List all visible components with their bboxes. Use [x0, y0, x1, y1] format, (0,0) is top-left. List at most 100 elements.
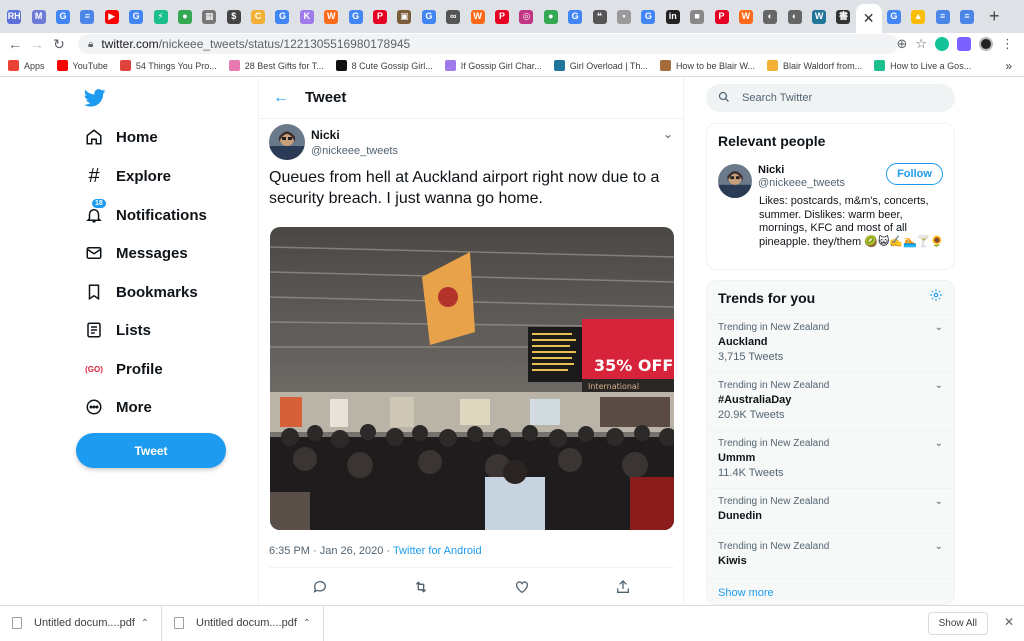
chevron-down-icon[interactable]: ⌄ — [663, 127, 673, 141]
tweet-source[interactable]: Twitter for Android — [393, 545, 482, 557]
bookmark-item[interactable]: Apps — [8, 60, 45, 71]
bookmark-item[interactable]: 54 Things You Pro... — [119, 60, 217, 71]
browser-tab[interactable]: W — [807, 0, 831, 33]
nav-item-more[interactable]: More — [84, 397, 152, 417]
back-arrow-icon[interactable]: ← — [273, 89, 289, 107]
trend-item[interactable]: Trending in New Zealand Ummm 11.4K Tweets ⌄ — [707, 431, 954, 489]
browser-tab[interactable]: ≡ — [955, 0, 979, 33]
browser-tab[interactable]: RH — [2, 0, 26, 33]
person-handle[interactable]: @nickeee_tweets — [758, 177, 845, 189]
browser-tab[interactable]: in — [661, 0, 685, 33]
browser-tab[interactable]: G — [417, 0, 441, 33]
bookmark-item[interactable]: How to Live a Gos... — [874, 60, 971, 71]
browser-tab[interactable]: G — [882, 0, 906, 33]
person-row[interactable]: Nicki @nickeee_tweets — [718, 164, 845, 198]
browser-tab[interactable]: ■ — [685, 0, 709, 33]
twitter-logo-icon[interactable] — [84, 89, 106, 107]
browser-tab[interactable]: W — [734, 0, 758, 33]
browser-tab[interactable]: 書 — [831, 0, 855, 33]
browser-tab[interactable]: ▪ — [612, 0, 636, 33]
browser-tab[interactable]: C — [246, 0, 270, 33]
tweet-author[interactable]: Nicki @nickeee_tweets — [269, 124, 398, 160]
browser-tab[interactable]: ▶ — [100, 0, 124, 33]
close-icon[interactable]: ✕ — [1004, 615, 1014, 629]
browser-tab[interactable]: ● — [539, 0, 563, 33]
trend-item[interactable]: Trending in New Zealand Auckland 3,715 Twe… — [707, 315, 954, 373]
browser-tab[interactable]: G — [563, 0, 587, 33]
show-more-link[interactable]: Show more — [707, 579, 954, 604]
trend-item[interactable]: Trending in New Zealand #AustraliaDay 20.9… — [707, 373, 954, 431]
url-field[interactable]: 🔒︎ twitter.com/nickeee_tweets/status/122… — [78, 34, 898, 54]
nav-item-messages[interactable]: Messages — [84, 243, 188, 263]
retweet-icon[interactable] — [411, 577, 431, 597]
reload-icon[interactable]: ↻ — [48, 36, 70, 53]
author-name[interactable]: Nicki — [311, 128, 398, 142]
browser-tab[interactable]: P — [709, 0, 733, 33]
reply-icon[interactable] — [310, 577, 330, 597]
chevron-down-icon[interactable]: ⌄ — [935, 322, 943, 333]
avatar[interactable] — [269, 124, 305, 160]
browser-tab[interactable]: W — [465, 0, 489, 33]
browser-tab[interactable]: M — [26, 0, 50, 33]
browser-tab[interactable]: ◐ — [783, 0, 807, 33]
browser-tab[interactable]: P — [490, 0, 514, 33]
browser-tab[interactable]: G — [124, 0, 148, 33]
bookmark-item[interactable]: How to be Blair W... — [659, 60, 755, 71]
nav-item-notifications[interactable]: 18 Notifications — [84, 199, 207, 225]
browser-tab[interactable]: G — [343, 0, 367, 33]
browser-tab[interactable]: ⚡ — [148, 0, 172, 33]
chevron-down-icon[interactable]: ⌄ — [935, 541, 943, 552]
like-heart-icon[interactable] — [512, 577, 532, 597]
extension-icon[interactable] — [957, 37, 971, 51]
new-tab-button[interactable]: + — [979, 6, 1009, 27]
share-icon[interactable] — [613, 577, 633, 597]
chevron-down-icon[interactable]: ⌄ — [935, 380, 943, 391]
chevron-up-icon[interactable]: ⌃ — [303, 618, 311, 629]
settings-gear-icon[interactable] — [929, 288, 943, 307]
bookmark-item[interactable]: Girl Overload | Th... — [553, 60, 648, 71]
browser-tab[interactable]: W — [319, 0, 343, 33]
grammarly-icon[interactable] — [935, 37, 949, 51]
chevron-down-icon[interactable]: ⌄ — [935, 438, 943, 449]
trend-item[interactable]: Trending in New Zealand Kiwis ⌄ — [707, 534, 954, 579]
close-icon[interactable]: ✕ — [863, 10, 875, 27]
browser-tab[interactable]: ∞ — [441, 0, 465, 33]
search-input[interactable]: Search Twitter — [706, 84, 955, 112]
chevron-up-icon[interactable]: ⌃ — [141, 618, 149, 629]
browser-tab[interactable]: ≡ — [75, 0, 99, 33]
browser-tab[interactable]: ≡ — [930, 0, 954, 33]
browser-tab[interactable]: G — [636, 0, 660, 33]
browser-tab[interactable]: ❝ — [587, 0, 611, 33]
tweet-timestamp[interactable]: 6:35 PM · Jan 26, 2020 · — [269, 545, 393, 557]
forward-arrow-icon[interactable]: → — [26, 36, 48, 52]
tweet-photo[interactable]: 35% OFF International — [270, 227, 674, 530]
browser-tab[interactable]: ● — [173, 0, 197, 33]
menu-kebab-icon[interactable]: ⋮ — [1001, 36, 1014, 52]
star-icon[interactable]: ☆ — [915, 36, 927, 52]
browser-tab[interactable]: G — [51, 0, 75, 33]
browser-tab[interactable]: G — [270, 0, 294, 33]
profile-icon[interactable] — [979, 37, 993, 51]
browser-tab[interactable]: ▲ — [906, 0, 930, 33]
browser-tab[interactable]: K — [295, 0, 319, 33]
bookmark-item[interactable]: Blair Waldorf from... — [766, 60, 862, 71]
browser-tab[interactable]: ◐ — [758, 0, 782, 33]
bookmark-item[interactable]: 28 Best Gifts for T... — [228, 60, 324, 71]
person-name[interactable]: Nicki — [758, 164, 845, 176]
browser-tab[interactable]: P — [368, 0, 392, 33]
tweet-button[interactable]: Tweet — [76, 433, 226, 468]
back-arrow-icon[interactable]: ← — [4, 36, 26, 52]
nav-item-home[interactable]: Home — [84, 127, 158, 147]
chevron-down-icon[interactable]: ⌄ — [935, 496, 943, 507]
browser-tab[interactable]: ▦ — [197, 0, 221, 33]
download-item[interactable]: Untitled docum....pdf ⌃ — [0, 605, 162, 641]
nav-item-explore[interactable]: # Explore — [84, 165, 171, 187]
browser-tab[interactable]: $ — [222, 0, 246, 33]
bookmark-item[interactable]: 8 Cute Gossip Girl... — [335, 60, 433, 71]
trend-item[interactable]: Trending in New Zealand Dunedin ⌄ — [707, 489, 954, 534]
bookmarks-overflow[interactable]: » — [1005, 59, 1012, 73]
follow-button[interactable]: Follow — [886, 163, 943, 185]
download-item[interactable]: Untitled docum....pdf ⌃ — [162, 605, 324, 641]
show-all-button[interactable]: Show All — [927, 612, 988, 635]
add-icon[interactable]: ⊕ — [896, 36, 907, 52]
